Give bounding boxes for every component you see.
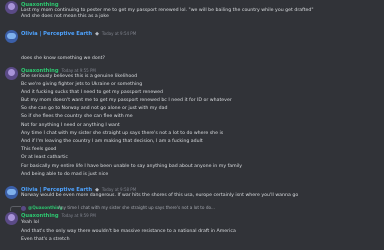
avatar[interactable]: [5, 186, 18, 199]
role-icon: ◆: [95, 186, 99, 193]
message-line: So if she flees the country she can flee…: [21, 114, 133, 119]
message-line: Bc we're giving fighter jets to Ukraine …: [21, 82, 143, 87]
message-line: Yeah lol: [21, 220, 39, 225]
message-line: Not for anything I need or anything I wa…: [21, 123, 120, 128]
message-line: This feels good: [21, 147, 57, 152]
message-line: does she know something we dont?: [21, 56, 105, 61]
message-header: Quaxonthing Today at 9:55 PM: [21, 67, 96, 74]
timestamp: Today at 9:58 PM: [101, 187, 137, 192]
reply-avatar: [21, 206, 26, 211]
message-line: Even that's a stretch: [21, 237, 70, 242]
message-line: And being able to do mad is just nice: [21, 172, 109, 177]
message-line: And she does not mean this as a joke: [21, 14, 109, 19]
avatar[interactable]: [5, 30, 18, 43]
author-name[interactable]: Olivia | Perceptive Earth: [21, 31, 92, 37]
avatar[interactable]: [5, 67, 18, 80]
reply-preview[interactable]: Any time I chat with my sister she strai…: [58, 205, 215, 210]
message-line: And if I'm leaving the country I am maki…: [21, 139, 203, 144]
message-header: Quaxonthing Today at 9:59 PM: [21, 212, 96, 219]
author-name[interactable]: Quaxonthing: [21, 2, 59, 8]
message-line: Any time I chat with my sister she strai…: [21, 131, 224, 136]
message-line: So she can go to Norway and not go alone…: [21, 106, 168, 111]
timestamp: Today at 9:59 PM: [61, 213, 96, 218]
message-line: Norway would be even more dangerous. If …: [21, 193, 299, 198]
author-name[interactable]: Quaxonthing: [21, 68, 59, 74]
message-line: And it fucking sucks that I need to get …: [21, 90, 163, 95]
author-name[interactable]: Quaxonthing: [21, 213, 59, 219]
role-icon: ◆: [95, 30, 99, 37]
author-name[interactable]: Olivia | Perceptive Earth: [21, 187, 92, 193]
message-header: Olivia | Perceptive Earth ◆ Today at 9:5…: [21, 186, 136, 193]
message-line: For basically my entire life I have been…: [21, 164, 243, 169]
reply-connector: [10, 206, 21, 211]
message-line: But my mom doesn't want me to get my pas…: [21, 98, 232, 103]
message-line: Or at least cathartic: [21, 155, 68, 160]
message-header: Quaxonthing: [21, 1, 59, 8]
timestamp: Today at 9:55 PM: [61, 68, 96, 73]
timestamp: Today at 9:54 PM: [101, 31, 137, 36]
message-header: Olivia | Perceptive Earth ◆ Today at 9:5…: [21, 30, 136, 37]
message-line: And that's the only way there wouldn't b…: [21, 229, 236, 234]
avatar[interactable]: [5, 212, 18, 225]
message-line: She seriously believes this is a genuine…: [21, 74, 138, 79]
avatar[interactable]: [5, 1, 18, 14]
chat-messages: Quaxonthing Lost my mom continuing to pe…: [0, 0, 384, 250]
